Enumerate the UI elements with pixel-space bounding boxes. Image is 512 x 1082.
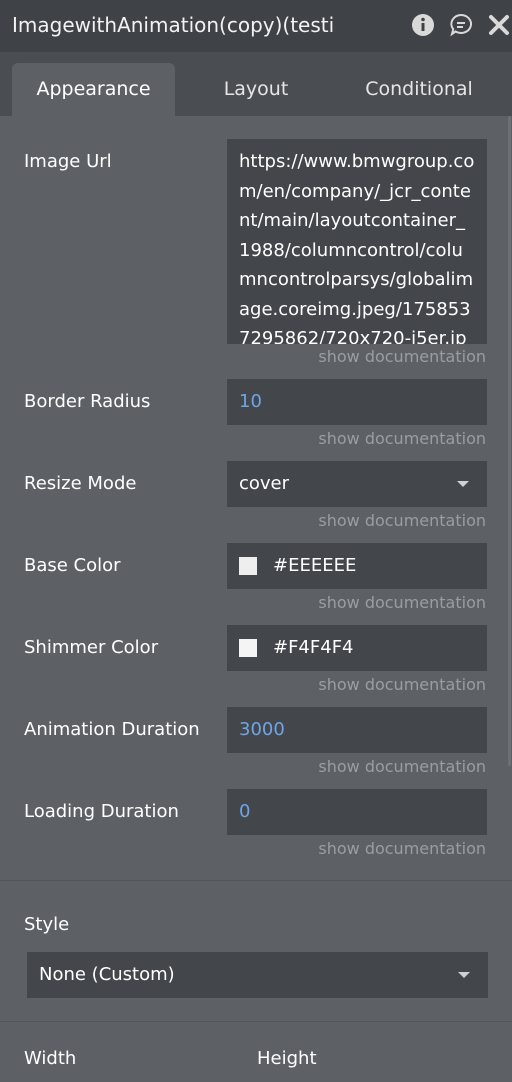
show-documentation-link[interactable]: show documentation [318, 511, 486, 530]
style-value: None (Custom) [39, 964, 175, 985]
show-documentation-link[interactable]: show documentation [318, 593, 486, 612]
info-icon[interactable] [410, 12, 436, 38]
style-label: Style [24, 914, 70, 935]
shimmer-color-value: #F4F4F4 [273, 637, 354, 658]
title-bar: ImagewithAnimation(copy)(testi [0, 0, 512, 52]
tab-appearance[interactable]: Appearance [12, 63, 175, 116]
show-documentation-link[interactable]: show documentation [318, 429, 486, 448]
height-label: Height [257, 1048, 317, 1069]
tab-bar: Appearance Layout Conditional [0, 52, 512, 116]
resize-mode-value: cover [239, 473, 290, 494]
shimmer-color-swatch[interactable] [239, 639, 257, 657]
section-divider [0, 880, 512, 881]
base-color-field[interactable]: #EEEEEE [227, 543, 487, 589]
resize-mode-dropdown[interactable]: cover [227, 461, 487, 507]
animation-duration-label: Animation Duration [24, 719, 200, 740]
animation-duration-field[interactable]: 3000 [227, 707, 487, 753]
image-url-label: Image Url [24, 151, 112, 172]
base-color-value: #EEEEEE [273, 555, 357, 576]
chevron-down-icon [457, 481, 469, 487]
show-documentation-link[interactable]: show documentation [318, 757, 486, 776]
element-title[interactable]: ImagewithAnimation(copy)(testi [12, 0, 337, 52]
comment-icon[interactable] [448, 12, 474, 38]
shimmer-color-field[interactable]: #F4F4F4 [227, 625, 487, 671]
tab-conditional[interactable]: Conditional [338, 63, 500, 116]
base-color-label: Base Color [24, 555, 121, 576]
border-radius-field[interactable]: 10 [227, 379, 487, 425]
section-divider [0, 1021, 512, 1022]
shimmer-color-label: Shimmer Color [24, 637, 159, 658]
border-radius-label: Border Radius [24, 391, 151, 412]
chevron-down-icon [458, 972, 470, 978]
scrollbar[interactable] [508, 116, 511, 766]
loading-duration-field[interactable]: 0 [227, 789, 487, 835]
show-documentation-link[interactable]: show documentation [318, 839, 486, 858]
base-color-swatch[interactable] [239, 557, 257, 575]
close-icon[interactable] [486, 12, 512, 38]
style-dropdown[interactable]: None (Custom) [27, 952, 488, 998]
show-documentation-link[interactable]: show documentation [318, 347, 486, 366]
tab-layout[interactable]: Layout [180, 63, 332, 116]
resize-mode-label: Resize Mode [24, 473, 137, 494]
loading-duration-label: Loading Duration [24, 801, 179, 822]
width-label: Width [24, 1048, 77, 1069]
show-documentation-link[interactable]: show documentation [318, 675, 486, 694]
image-url-field[interactable]: https://www.bmwgroup.com/en/company/_jcr… [227, 139, 487, 344]
